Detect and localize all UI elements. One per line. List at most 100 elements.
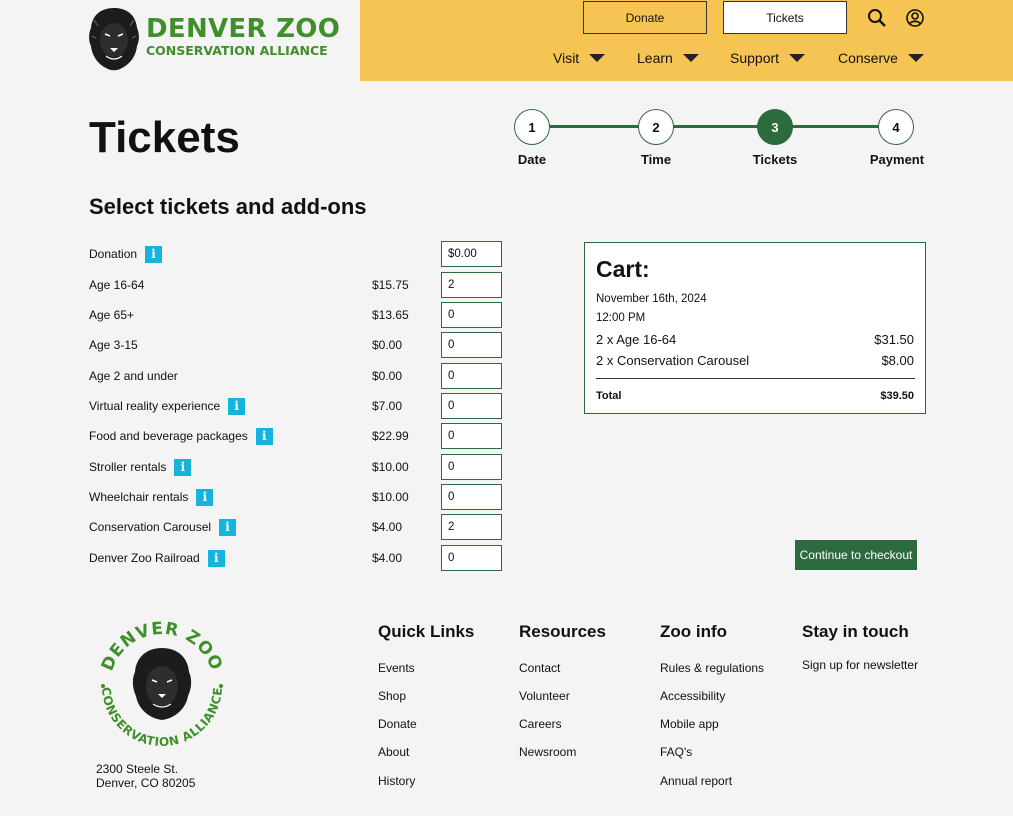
- ticket-price: $22.99: [372, 429, 409, 443]
- ticket-row-label: Age 2 and under: [89, 366, 178, 386]
- nav-support-label: Support: [730, 50, 780, 66]
- ticket-price: $7.00: [372, 399, 403, 413]
- info-icon[interactable]: i: [174, 458, 192, 476]
- search-icon[interactable]: [867, 8, 887, 28]
- info-icon[interactable]: i: [145, 245, 163, 263]
- footer-col-title-stay-in-touch: Stay in touch: [802, 622, 909, 641]
- footer-col-title-zoo-info: Zoo info: [660, 622, 728, 641]
- logo-title: DENVER ZOO: [146, 14, 341, 44]
- nav-learn[interactable]: Learn: [637, 50, 699, 66]
- chevron-down-icon: [789, 54, 806, 62]
- info-icon[interactable]: i: [207, 549, 225, 567]
- quantity-input-age-16-64[interactable]: [441, 272, 502, 298]
- ticket-row-label: Conservation Carousel i: [89, 517, 237, 537]
- footer-link-careers[interactable]: Careers: [519, 717, 562, 731]
- ticket-label: Donation: [89, 247, 138, 261]
- cart-time: 12:00 PM: [596, 312, 646, 324]
- footer-link-contact[interactable]: Contact: [519, 661, 560, 675]
- footer-link-accessibility[interactable]: Accessibility: [660, 689, 725, 703]
- step-1-label: Date: [517, 152, 547, 167]
- footer-link-history[interactable]: History: [378, 774, 415, 788]
- chevron-down-icon: [682, 54, 699, 62]
- ticket-price: $4.00: [372, 551, 403, 565]
- info-icon[interactable]: i: [228, 397, 246, 415]
- quantity-input-carousel[interactable]: [441, 514, 502, 540]
- footer-link-about[interactable]: About: [378, 745, 409, 759]
- step-3[interactable]: 3: [757, 109, 793, 145]
- nav-conserve-label: Conserve: [838, 50, 898, 66]
- donate-button[interactable]: Donate: [583, 1, 707, 34]
- cart-line-item: 2 x Age 16-64: [596, 332, 677, 347]
- ticket-row-label: Age 16-64: [89, 275, 144, 295]
- ticket-row-label: Virtual reality experience i: [89, 396, 246, 416]
- ticket-label: Wheelchair rentals: [89, 490, 189, 504]
- checkout-button[interactable]: Continue to checkout: [795, 540, 917, 570]
- cart-divider: [596, 378, 915, 379]
- ticket-price: $0.00: [372, 338, 403, 352]
- stepper-line: [532, 125, 896, 128]
- footer-link-annual-report[interactable]: Annual report: [660, 774, 732, 788]
- cart-panel: Cart: November 16th, 2024 12:00 PM 2 x A…: [584, 242, 926, 414]
- cart-line-price: $31.50: [874, 332, 914, 347]
- account-icon[interactable]: [905, 8, 925, 28]
- ticket-label: Age 3-15: [89, 338, 138, 352]
- quantity-input-railroad[interactable]: [441, 545, 502, 571]
- ticket-label: Age 16-64: [89, 278, 145, 292]
- quantity-input-food[interactable]: [441, 423, 502, 449]
- donation-input[interactable]: [441, 241, 502, 267]
- step-2[interactable]: 2: [638, 109, 674, 145]
- quantity-input-age-3-15[interactable]: [441, 332, 502, 358]
- quantity-input-vr[interactable]: [441, 393, 502, 419]
- ticket-row-label: Age 3-15: [89, 335, 138, 355]
- ticket-row-label: Stroller rentals i: [89, 457, 192, 477]
- info-icon[interactable]: i: [196, 488, 214, 506]
- nav-visit[interactable]: Visit: [553, 50, 606, 66]
- step-1[interactable]: 1: [514, 109, 550, 145]
- footer-link-donate[interactable]: Donate: [378, 717, 417, 731]
- footer-link-newsroom[interactable]: Newsroom: [519, 745, 576, 759]
- ticket-price: $10.00: [372, 460, 409, 474]
- footer-col-title-resources: Resources: [519, 622, 606, 641]
- zoo-badge-logo-icon[interactable]: DENVER ZOO CONSERVATION ALLIANCE: [94, 616, 230, 752]
- footer-link-mobile-app[interactable]: Mobile app: [660, 717, 719, 731]
- zoo-address: 2300 Steele St. Denver, CO 80205: [96, 762, 195, 790]
- ticket-price: $4.00: [372, 520, 403, 534]
- cart-title: Cart:: [596, 256, 650, 282]
- ticket-label: Age 2 and under: [89, 369, 178, 383]
- info-icon[interactable]: i: [255, 427, 273, 445]
- ticket-label: Stroller rentals: [89, 460, 167, 474]
- footer-link-volunteer[interactable]: Volunteer: [519, 689, 570, 703]
- chevron-down-icon: [589, 54, 606, 62]
- address-line-1: 2300 Steele St.: [96, 762, 179, 776]
- quantity-input-wheelchair[interactable]: [441, 484, 502, 510]
- footer-link-shop[interactable]: Shop: [378, 689, 406, 703]
- step-4[interactable]: 4: [878, 109, 914, 145]
- quantity-input-age-65-plus[interactable]: [441, 302, 502, 328]
- ticket-label: Virtual reality experience: [89, 399, 221, 413]
- section-title: Select tickets and add-ons: [89, 194, 367, 219]
- nav-learn-label: Learn: [637, 50, 673, 66]
- nav-support[interactable]: Support: [730, 50, 806, 66]
- logo-subtitle: CONSERVATION ALLIANCE: [146, 43, 328, 58]
- ticket-label: Conservation Carousel: [89, 520, 212, 534]
- cart-total-value: $39.50: [880, 390, 914, 402]
- footer-link-events[interactable]: Events: [378, 661, 415, 675]
- quantity-input-age-2-under[interactable]: [441, 363, 502, 389]
- cart-date: November 16th, 2024: [596, 293, 707, 305]
- nav-conserve[interactable]: Conserve: [838, 50, 924, 66]
- footer-link-newsletter[interactable]: Sign up for newsletter: [802, 658, 918, 672]
- ticket-price: $0.00: [372, 369, 403, 383]
- ticket-label: Age 65+: [89, 308, 135, 322]
- quantity-input-stroller[interactable]: [441, 454, 502, 480]
- lion-logo-icon[interactable]: [86, 6, 142, 72]
- footer-link-faqs[interactable]: FAQ's: [660, 745, 692, 759]
- info-icon[interactable]: i: [219, 518, 237, 536]
- ticket-row-label: Age 65+: [89, 305, 134, 325]
- ticket-label: Denver Zoo Railroad: [89, 551, 200, 565]
- ticket-label: Food and beverage packages: [89, 429, 248, 443]
- step-4-label: Payment: [869, 152, 925, 167]
- footer-col-title-quick-links: Quick Links: [378, 622, 475, 641]
- ticket-price: $13.65: [372, 308, 409, 322]
- tickets-button[interactable]: Tickets: [723, 1, 847, 34]
- footer-link-rules[interactable]: Rules & regulations: [660, 661, 764, 675]
